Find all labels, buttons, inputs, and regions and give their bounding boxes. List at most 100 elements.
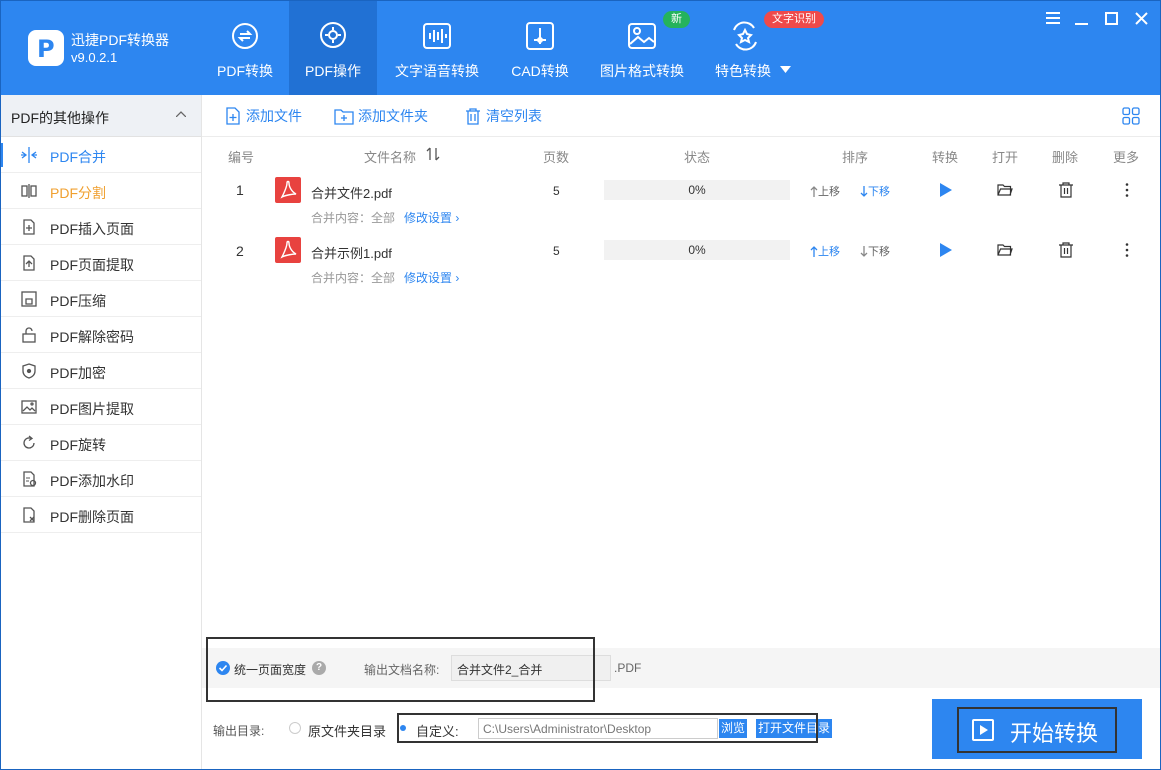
sidebar-item-pdf-insert[interactable]: PDF插入页面 — [0, 209, 201, 245]
add-file-button[interactable]: 添加文件 — [224, 106, 302, 126]
more-icon[interactable] — [1119, 182, 1135, 198]
new-badge: 新 — [663, 11, 690, 28]
tab-cad[interactable]: CAD转换 — [500, 0, 580, 95]
sort-toggle-icon[interactable] — [426, 147, 440, 161]
sidebar-item-pdf-merge[interactable]: PDF合并 — [0, 137, 201, 173]
file-name: 合并文件2.pdf — [311, 186, 392, 201]
header-convert: 转换 — [932, 150, 959, 165]
sidebar-item-pdf-image-extract[interactable]: PDF图片提取 — [0, 389, 201, 425]
page-count: 5 — [553, 244, 560, 258]
header-open: 打开 — [992, 150, 1019, 165]
delete-icon[interactable] — [1058, 242, 1074, 258]
tab-text-voice[interactable]: 文字语音转换 — [390, 0, 484, 95]
trash-icon — [466, 108, 480, 125]
tab-pdf-convert[interactable]: PDF转换 — [205, 0, 285, 95]
merge-icon — [21, 147, 37, 163]
merge-content: 合并内容：全部 — [311, 211, 396, 225]
add-file-icon — [226, 107, 240, 125]
delete-icon[interactable] — [1058, 182, 1074, 198]
output-dir-label: 输出目录: — [213, 724, 265, 738]
open-folder-icon[interactable] — [997, 242, 1013, 258]
pdf-file-icon — [275, 237, 301, 263]
original-folder-radio[interactable] — [289, 722, 301, 734]
start-convert-label: 开始转换 — [1010, 721, 1099, 746]
maximize-button[interactable] — [1101, 8, 1121, 28]
voice-wave-icon — [423, 23, 451, 49]
modify-settings-link[interactable]: 修改设置 › — [404, 209, 459, 226]
hamburger-icon — [1046, 12, 1060, 24]
sidebar-item-label: PDF插入页面 — [50, 221, 134, 237]
tab-label: 图片格式转换 — [600, 63, 684, 79]
row-number: 1 — [236, 182, 244, 198]
play-icon[interactable] — [938, 182, 954, 198]
sidebar-item-label: PDF分割 — [50, 185, 106, 201]
tab-label: PDF操作 — [305, 63, 361, 79]
sidebar-item-label: PDF解除密码 — [50, 329, 134, 345]
grid-view-icon[interactable] — [1122, 107, 1140, 125]
header-num: 编号 — [228, 150, 255, 165]
pdf-operate-icon — [320, 22, 346, 48]
extension-label: .PDF — [614, 661, 642, 675]
move-up-button[interactable]: 上移 — [810, 243, 840, 259]
open-folder-icon[interactable] — [997, 182, 1013, 198]
app-logo: P — [28, 30, 64, 66]
page-count: 5 — [553, 184, 560, 198]
close-button[interactable] — [1131, 8, 1151, 28]
tab-label: 特色转换 — [715, 63, 771, 79]
minimize-button[interactable] — [1071, 8, 1091, 28]
pdf-convert-icon — [232, 23, 258, 49]
sidebar-item-pdf-compress[interactable]: PDF压缩 — [0, 281, 201, 317]
add-folder-button[interactable]: 添加文件夹 — [334, 106, 428, 126]
menu-button[interactable] — [1043, 8, 1063, 28]
original-folder-label: 原文件夹目录 — [308, 724, 387, 739]
image-extract-icon — [21, 400, 37, 414]
delete-page-icon — [23, 507, 35, 523]
close-icon — [1134, 11, 1148, 25]
minimize-icon — [1074, 22, 1088, 25]
move-down-button[interactable]: 下移 — [860, 243, 890, 259]
sidebar-item-pdf-split[interactable]: PDF分割 — [0, 173, 201, 209]
toolbar: 添加文件 添加文件夹 清空列表 — [202, 95, 1161, 137]
sidebar-item-pdf-extract[interactable]: PDF页面提取 — [0, 245, 201, 281]
header-delete: 删除 — [1052, 150, 1079, 165]
app-version: v9.0.2.1 — [71, 50, 118, 65]
split-icon — [21, 184, 37, 198]
sidebar-item-pdf-watermark[interactable]: PDF添加水印 — [0, 461, 201, 497]
play-icon[interactable] — [938, 242, 954, 258]
sidebar-group-header[interactable]: PDF的其他操作 — [0, 95, 201, 137]
clear-list-button[interactable]: 清空列表 — [464, 106, 542, 126]
add-folder-icon — [334, 109, 354, 125]
sidebar-item-pdf-encrypt[interactable]: PDF加密 — [0, 353, 201, 389]
play-square-icon — [972, 719, 994, 741]
arrow-down-icon — [860, 245, 868, 257]
sidebar: PDF的其他操作 PDF合并 PDF分割 PDF插入页面 PDF页面提取 PDF… — [0, 95, 202, 770]
sidebar-item-label: PDF旋转 — [50, 437, 106, 453]
dropdown-arrow-icon — [780, 66, 791, 73]
sidebar-item-label: PDF合并 — [50, 149, 106, 165]
tab-pdf-operate[interactable]: PDF操作 — [289, 0, 377, 95]
arrow-down-icon — [860, 185, 868, 197]
sidebar-item-pdf-unlock[interactable]: PDF解除密码 — [0, 317, 201, 353]
header-more: 更多 — [1113, 150, 1140, 165]
tab-label: CAD转换 — [511, 63, 569, 79]
sidebar-item-label: PDF加密 — [50, 365, 106, 381]
sidebar-item-pdf-rotate[interactable]: PDF旋转 — [0, 425, 201, 461]
extract-page-icon — [23, 255, 35, 271]
cad-icon — [526, 22, 554, 50]
rotate-icon — [23, 435, 35, 449]
title-bar: P 迅捷PDF转换器 v9.0.2.1 PDF转换 PDF操作 文字语音转换 C… — [0, 0, 1161, 95]
sidebar-item-pdf-delete-page[interactable]: PDF删除页面 — [0, 497, 201, 533]
progress-bar: 0% — [604, 180, 790, 200]
sidebar-title: PDF的其他操作 — [11, 110, 109, 126]
arrow-up-icon — [810, 245, 818, 257]
move-down-button[interactable]: 下移 — [860, 183, 890, 199]
row-number: 2 — [236, 243, 244, 259]
move-up-button[interactable]: 上移 — [810, 183, 840, 199]
sidebar-item-label: PDF页面提取 — [50, 257, 134, 273]
insert-page-icon — [23, 219, 35, 235]
modify-settings-link[interactable]: 修改设置 › — [404, 269, 459, 286]
more-icon[interactable] — [1119, 242, 1135, 258]
pdf-file-icon — [275, 177, 301, 203]
sidebar-item-label: PDF删除页面 — [50, 509, 134, 525]
file-name: 合并示例1.pdf — [311, 246, 392, 261]
